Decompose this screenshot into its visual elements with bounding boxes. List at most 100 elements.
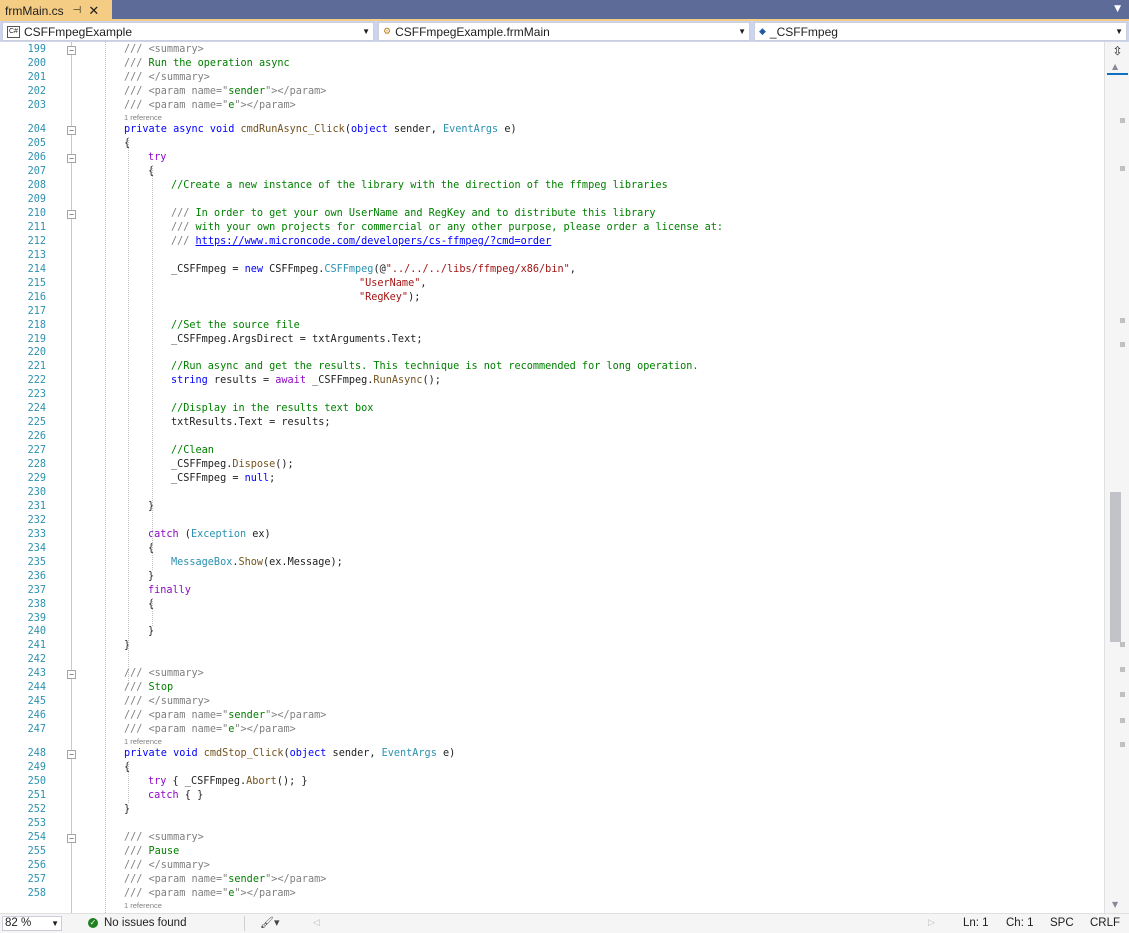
code-line[interactable]: 250 try { _CSFFmpeg.Abort(); }	[0, 775, 1104, 789]
code-text: }	[148, 626, 155, 637]
code-line[interactable]: 243 − /// <summary>	[0, 667, 1104, 681]
code-line[interactable]: 238{	[0, 598, 1104, 612]
collapse-region-icon[interactable]: −	[67, 750, 76, 759]
whitespace-indicator[interactable]: SPC	[1050, 917, 1074, 929]
collapse-region-icon[interactable]: −	[67, 834, 76, 843]
code-cleanup-icon[interactable]: 🖌▾	[260, 916, 280, 929]
code-line[interactable]: 249{	[0, 761, 1104, 775]
char-indicator[interactable]: Ch: 1	[1006, 917, 1034, 929]
code-line[interactable]: 222 string results = await _CSFFmpeg.RunA…	[0, 374, 1104, 388]
code-line[interactable]: 232	[0, 514, 1104, 528]
code-line[interactable]: 246 /// <param name="sender"></param>	[0, 709, 1104, 723]
code-line[interactable]: 201 /// </summary>	[0, 71, 1104, 85]
code-line[interactable]: 211 /// with your own projects for commer…	[0, 221, 1104, 235]
indent-guide	[128, 761, 129, 803]
code-line[interactable]: 229 _CSFFmpeg = null;	[0, 472, 1104, 486]
class-dropdown[interactable]: ⚙ CSFFmpegExample.frmMain ▼	[378, 22, 750, 41]
code-line[interactable]: 213	[0, 249, 1104, 263]
issues-indicator[interactable]: ✓ No issues found	[88, 917, 186, 929]
scroll-thumb[interactable]	[1110, 492, 1121, 642]
collapse-region-icon[interactable]: −	[67, 210, 76, 219]
vertical-scrollbar[interactable]: ⇳ ▲ ▼	[1104, 42, 1129, 913]
code-line[interactable]: 199 − /// <summary>	[0, 43, 1104, 57]
code-line[interactable]: 237 finally	[0, 584, 1104, 598]
code-line[interactable]: 247 /// <param name="e"></param>	[0, 723, 1104, 737]
code-line[interactable]: 223	[0, 388, 1104, 402]
code-line[interactable]: 254 − /// <summary>	[0, 831, 1104, 845]
code-line[interactable]: 224 //Display in the results text box	[0, 402, 1104, 416]
code-line[interactable]: 212 /// https://www.microncode.com/develo…	[0, 235, 1104, 249]
code-line[interactable]: 210 − /// In order to get your own UserNam…	[0, 207, 1104, 221]
code-line[interactable]: 219 _CSFFmpeg.ArgsDirect = txtArguments.T…	[0, 333, 1104, 347]
code-editor[interactable]: 199 − /// <summary> 200 /// Run the operatio…	[0, 42, 1104, 913]
code-line[interactable]: 241}	[0, 639, 1104, 653]
scroll-marker	[1120, 342, 1125, 347]
code-line[interactable]: 203 /// <param name="e"></param>	[0, 99, 1104, 113]
tab-overflow-dropdown-icon[interactable]: ▼	[1114, 4, 1121, 14]
code-line[interactable]: 230	[0, 486, 1104, 500]
close-icon[interactable]: ✕	[88, 3, 99, 19]
code-line[interactable]: 251 catch { }	[0, 789, 1104, 803]
project-dropdown[interactable]: C# CSFFmpegExample ▼	[2, 22, 374, 41]
code-line[interactable]: 226	[0, 430, 1104, 444]
code-line[interactable]: 204 − private async void cmdRunAsync_Click…	[0, 123, 1104, 137]
line-number: 258	[27, 888, 46, 899]
scroll-up-icon[interactable]: ▲	[1112, 62, 1118, 71]
code-line[interactable]: 202 /// <param name="sender"></param>	[0, 85, 1104, 99]
code-line[interactable]: 233 catch (Exception ex)	[0, 528, 1104, 542]
code-line[interactable]: 208 //Create a new instance of the librar…	[0, 179, 1104, 193]
member-dropdown[interactable]: ◆ _CSFFmpeg ▼	[754, 22, 1127, 41]
line-ending-indicator[interactable]: CRLF	[1090, 917, 1120, 929]
code-line[interactable]: 214 _CSFFmpeg = new CSFFmpeg.CSFFmpeg(@".…	[0, 263, 1104, 277]
line-indicator[interactable]: Ln: 1	[963, 917, 989, 929]
code-line[interactable]: 216 "RegKey");	[0, 291, 1104, 305]
code-line[interactable]: 256 /// </summary>	[0, 859, 1104, 873]
tab-frmmain-cs[interactable]: frmMain.cs ⊣ ✕	[0, 0, 112, 21]
code-line[interactable]: 206 − try	[0, 151, 1104, 165]
code-line[interactable]: 252}	[0, 803, 1104, 817]
scroll-left-icon[interactable]: ◁	[313, 917, 320, 928]
code-line[interactable]: 231}	[0, 500, 1104, 514]
code-line[interactable]: 228 _CSFFmpeg.Dispose();	[0, 458, 1104, 472]
code-line[interactable]: 253	[0, 817, 1104, 831]
code-line[interactable]: 227 //Clean	[0, 444, 1104, 458]
code-line[interactable]: 257 /// <param name="sender"></param>	[0, 873, 1104, 887]
code-line[interactable]: 217	[0, 305, 1104, 319]
code-line[interactable]: 240}	[0, 625, 1104, 639]
code-line[interactable]: 218 //Set the source file	[0, 319, 1104, 333]
collapse-region-icon[interactable]: −	[67, 670, 76, 679]
code-line[interactable]: 234{	[0, 542, 1104, 556]
code-line[interactable]: 220	[0, 346, 1104, 360]
code-line[interactable]: 236}	[0, 570, 1104, 584]
code-line[interactable]: 200 /// Run the operation async	[0, 57, 1104, 71]
code-line[interactable]: 205{	[0, 137, 1104, 151]
scroll-down-icon[interactable]: ▼	[1112, 900, 1118, 909]
scroll-right-icon[interactable]: ▷	[928, 917, 935, 928]
code-line[interactable]: 255 /// Pause	[0, 845, 1104, 859]
pin-icon[interactable]: ⊣	[73, 5, 82, 16]
code-line[interactable]: 221 //Run async and get the results. This…	[0, 360, 1104, 374]
code-line[interactable]: 258 /// <param name="e"></param>	[0, 887, 1104, 901]
line-number: 251	[27, 790, 46, 801]
code-line[interactable]: 209	[0, 193, 1104, 207]
codelens-references[interactable]: 1 reference	[124, 737, 162, 748]
collapse-region-icon[interactable]: −	[67, 154, 76, 163]
code-line[interactable]: 242	[0, 653, 1104, 667]
code-line[interactable]: 235 MessageBox.Show(ex.Message);	[0, 556, 1104, 570]
code-line[interactable]: 207{	[0, 165, 1104, 179]
code-line[interactable]: 215 "UserName",	[0, 277, 1104, 291]
line-number: 217	[27, 306, 46, 317]
code-line[interactable]: 245 /// </summary>	[0, 695, 1104, 709]
collapse-region-icon[interactable]: −	[67, 46, 76, 55]
split-editor-icon[interactable]: ⇳	[1109, 44, 1126, 58]
code-line[interactable]: 248 − private void cmdStop_Click(object se…	[0, 747, 1104, 761]
code-line[interactable]: 239	[0, 612, 1104, 626]
zoom-dropdown[interactable]: 82 % ▼	[2, 916, 62, 931]
line-number: 210	[27, 208, 46, 219]
codelens-references[interactable]: 1 reference	[124, 901, 162, 912]
code-line[interactable]: 244 /// Stop	[0, 681, 1104, 695]
line-number: 234	[27, 543, 46, 554]
codelens-references[interactable]: 1 reference	[124, 113, 162, 124]
collapse-region-icon[interactable]: −	[67, 126, 76, 135]
code-line[interactable]: 225 txtResults.Text = results;	[0, 416, 1104, 430]
